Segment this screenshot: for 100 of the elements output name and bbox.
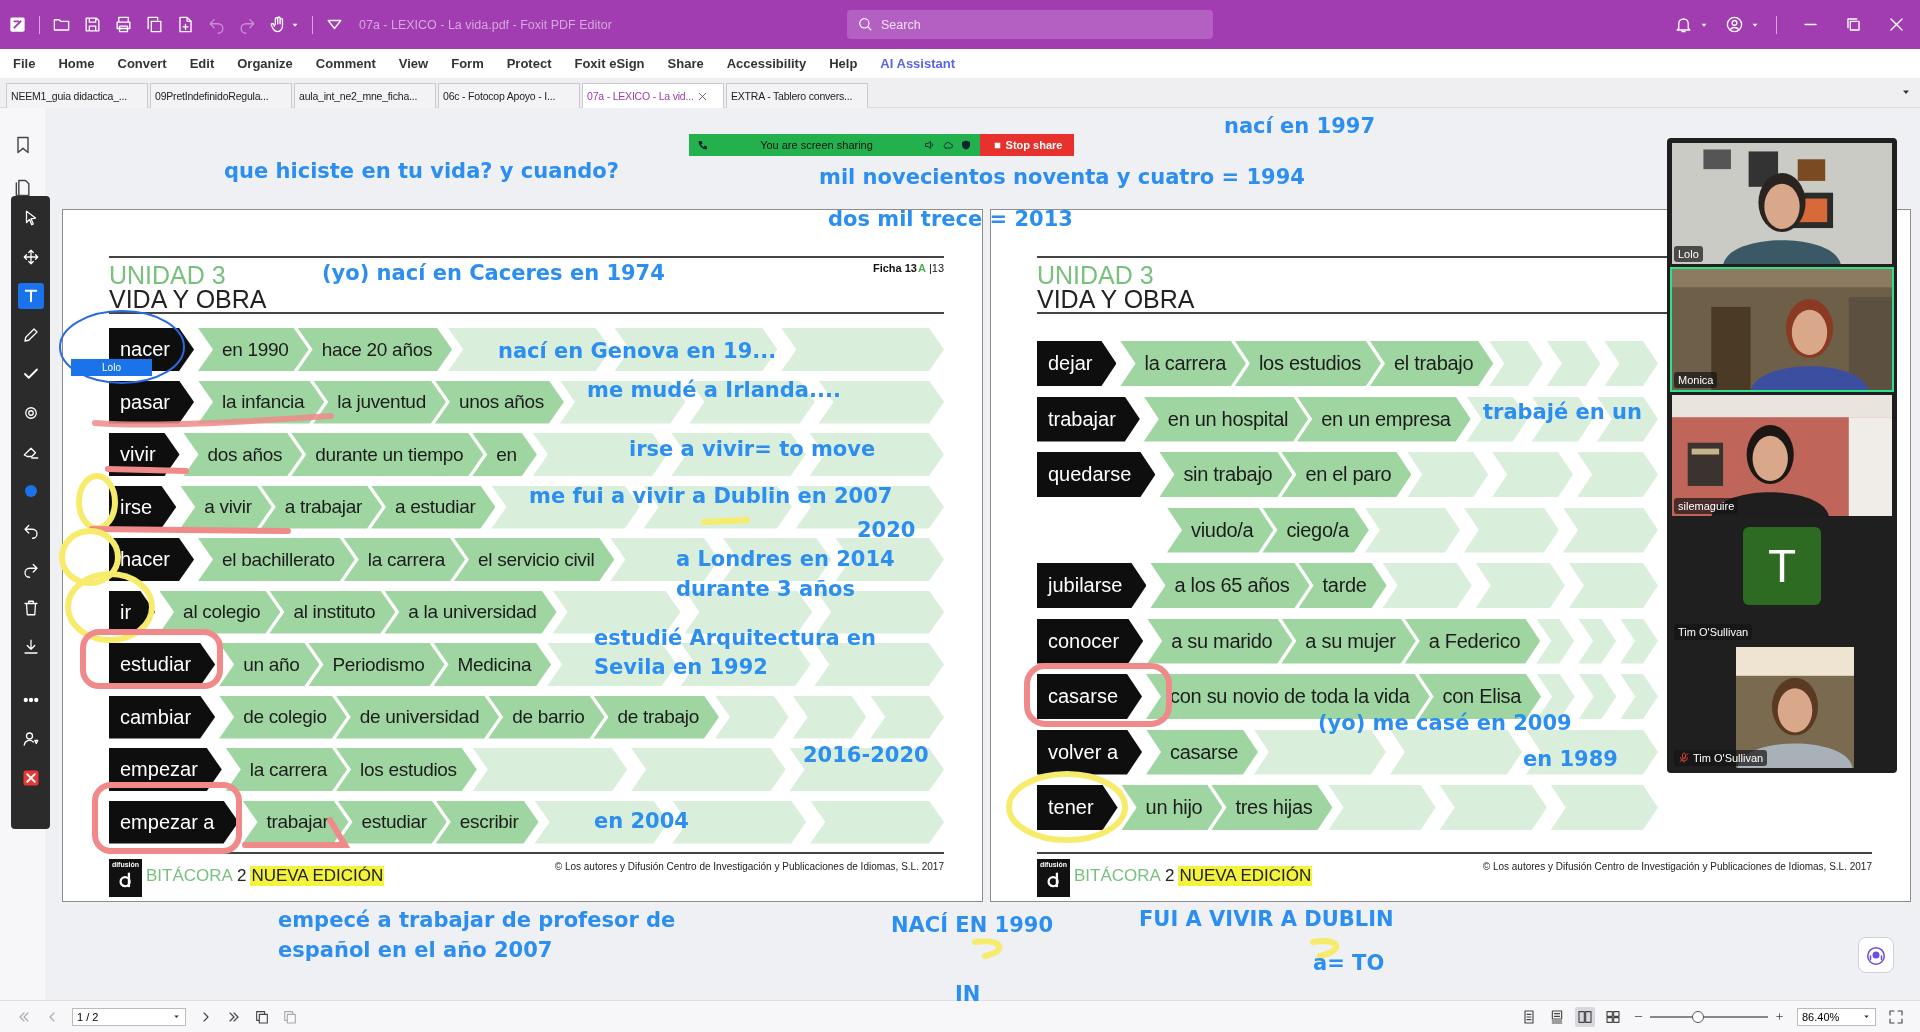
unit-heading: UNIDAD 3	[109, 264, 227, 287]
annotation-text: empecé a trabajar de profesor de	[278, 910, 676, 931]
menu-item[interactable]: View	[398, 56, 429, 71]
phrase-chevron: la carrera	[1120, 341, 1246, 386]
document-tab[interactable]: aula_int_ne2_mne_ficha...	[294, 83, 436, 108]
menu-item[interactable]: Foxit eSign	[574, 56, 645, 71]
unit-heading: UNIDAD 3	[1037, 264, 1155, 287]
annotation-text: dos mil trece = 2013	[828, 209, 1073, 230]
edition-label: NUEVA EDICIÓN	[1178, 866, 1313, 886]
menu-item[interactable]: File	[13, 56, 36, 71]
document-tab[interactable]: 06c - Fotocop Apoyo - I...	[438, 83, 580, 108]
annotation-text: mil novecientos noventa y cuatro = 1994	[819, 167, 1305, 188]
copyright-text: © Los autores y Difusión Centro de Investigación y Publicaciones de Idiomas, S.L. 2017	[1482, 861, 1872, 872]
phrase-chevron: al colegio	[159, 590, 281, 634]
sheet-label: Ficha 13	[872, 262, 917, 274]
participant-name: Tim O'Sullivan	[1674, 750, 1768, 766]
annotation-text: me mudé a Irlanda....	[587, 380, 841, 401]
menu-item[interactable]: Edit	[189, 56, 215, 71]
document-tab[interactable]: EXTRA - Tablero convers...	[726, 83, 868, 108]
menu-item[interactable]: Convert	[117, 56, 167, 71]
menu-item[interactable]: Comment	[315, 56, 376, 71]
phrase-chevron: a su marido	[1147, 618, 1293, 664]
participant-tile[interactable]: T Tim O'Sullivan	[1670, 519, 1894, 644]
edition-label: NUEVA EDICIÓN	[250, 866, 385, 886]
phrase-chevron: a su mujer	[1281, 618, 1416, 664]
verb-label: volver a	[1037, 729, 1143, 775]
menu-item[interactable]: Help	[829, 56, 858, 71]
phrase-chevron: Periodismo	[308, 643, 445, 686]
phrase-chevron: los estudios	[336, 748, 477, 791]
series-number: 2	[1164, 866, 1175, 886]
stop-share-button[interactable]: Stop share	[980, 134, 1074, 156]
verb-label: jubilarse	[1037, 563, 1147, 608]
document-tab[interactable]: 07a - LEXICO - La vid...	[582, 83, 724, 108]
verb-label: estudiar	[109, 643, 216, 686]
participant-tile[interactable]: Monica	[1670, 267, 1894, 392]
series-number: 2	[236, 866, 247, 886]
phrase-chevron: de colegio	[219, 695, 347, 739]
phrase-chevron: tarde	[1298, 563, 1387, 608]
phrase-chevron: en un empresa	[1297, 396, 1471, 442]
annotation-text: en 2004	[594, 811, 689, 832]
phrase-chevron: en un hospital	[1143, 396, 1309, 442]
menu-item[interactable]: Accessibility	[726, 56, 807, 71]
phrase-chevron: en	[472, 433, 537, 476]
participant-name: silemaguire	[1674, 498, 1739, 514]
page-heading: VIDA Y OBRA	[1037, 287, 1195, 311]
phrase-chevron: a la universidad	[384, 590, 557, 634]
menu-item[interactable]: Protect	[506, 56, 552, 71]
zoom-field[interactable]: 86.40%	[1797, 1007, 1876, 1026]
cursor-label: Lolo	[71, 359, 152, 376]
phrase-chevron: en 1990	[198, 328, 309, 371]
phrase-chevron: la carrera	[225, 748, 348, 791]
annotation-text: IN	[955, 984, 981, 1005]
annotation-text: a Londres en 2014	[676, 549, 895, 570]
page-heading: VIDA Y OBRA	[109, 287, 267, 311]
annotation-text: 2016-2020	[803, 745, 929, 766]
phrase-chevron: de trabajo	[593, 695, 719, 739]
verb-label: trabajar	[1037, 396, 1140, 442]
verb-label: dejar	[1037, 341, 1117, 386]
annotation-text: español en el año 2007	[278, 940, 553, 961]
phrase-chevron: tres hijas	[1211, 785, 1333, 830]
participant-name: Tim O'Sullivan	[1674, 624, 1753, 640]
document-tab[interactable]: NEEM1_guia didactica_...	[6, 83, 148, 108]
phrase-chevron: a Federico	[1404, 618, 1541, 664]
phrase-chevron: los estudios	[1234, 341, 1381, 386]
verb-label: empezar a	[109, 800, 239, 844]
menu-item[interactable]: Organize	[237, 56, 293, 71]
annotation-text: FUI A VIVIR A DUBLIN	[1139, 909, 1394, 930]
search-field[interactable]: Search	[847, 10, 1213, 39]
avatar-initial: T	[1743, 527, 1821, 605]
phrase-chevron: escribir	[435, 800, 539, 844]
menu-item[interactable]: AI Assistant	[880, 56, 955, 71]
phrase-chevron: a los 65 años	[1150, 563, 1310, 608]
menu-item[interactable]: Home	[58, 56, 95, 71]
annotation-text: en 1989	[1523, 749, 1618, 770]
series-title: BITÁCORA	[146, 866, 233, 886]
annotation-text: a= TO	[1313, 953, 1385, 974]
participant-name: Monica	[1674, 372, 1718, 388]
annotation-text: (yo) nací en Caceres en 1974	[322, 263, 665, 284]
menu-item[interactable]: Form	[451, 56, 484, 71]
menu-item[interactable]: Share	[667, 56, 704, 71]
verb-label: pasar	[109, 380, 195, 424]
phrase-chevron: Medicina	[433, 643, 552, 686]
phrase-chevron: en el paro	[1281, 452, 1412, 497]
verb-label: cambiar	[109, 695, 216, 739]
annotation-text: estudié Arquitectura en	[594, 628, 877, 649]
verb-label: conocer	[1037, 618, 1144, 664]
phrase-chevron: trabajar	[242, 800, 349, 844]
phrase-chevron: a vivir	[180, 485, 272, 529]
document-tab[interactable]: 09PretIndefinidoRegula...	[150, 83, 292, 108]
participant-tile[interactable]: Tim O'Sullivan	[1670, 645, 1894, 770]
participant-tile[interactable]: Lolo	[1670, 141, 1894, 266]
annotation-text: 2020	[857, 520, 916, 541]
phrase-chevron: dos años	[183, 433, 303, 476]
phrase-chevron: el bachillerato	[198, 538, 355, 581]
verb-label: casarse	[1037, 674, 1143, 719]
phrase-chevron: sin trabajo	[1159, 452, 1293, 497]
annotation-text: durante 3 años	[676, 579, 856, 600]
phrase-chevron: a estudiar	[371, 485, 496, 529]
participant-tile[interactable]: silemaguire	[1670, 393, 1894, 518]
page-number-field[interactable]: 1 / 2	[72, 1007, 186, 1026]
